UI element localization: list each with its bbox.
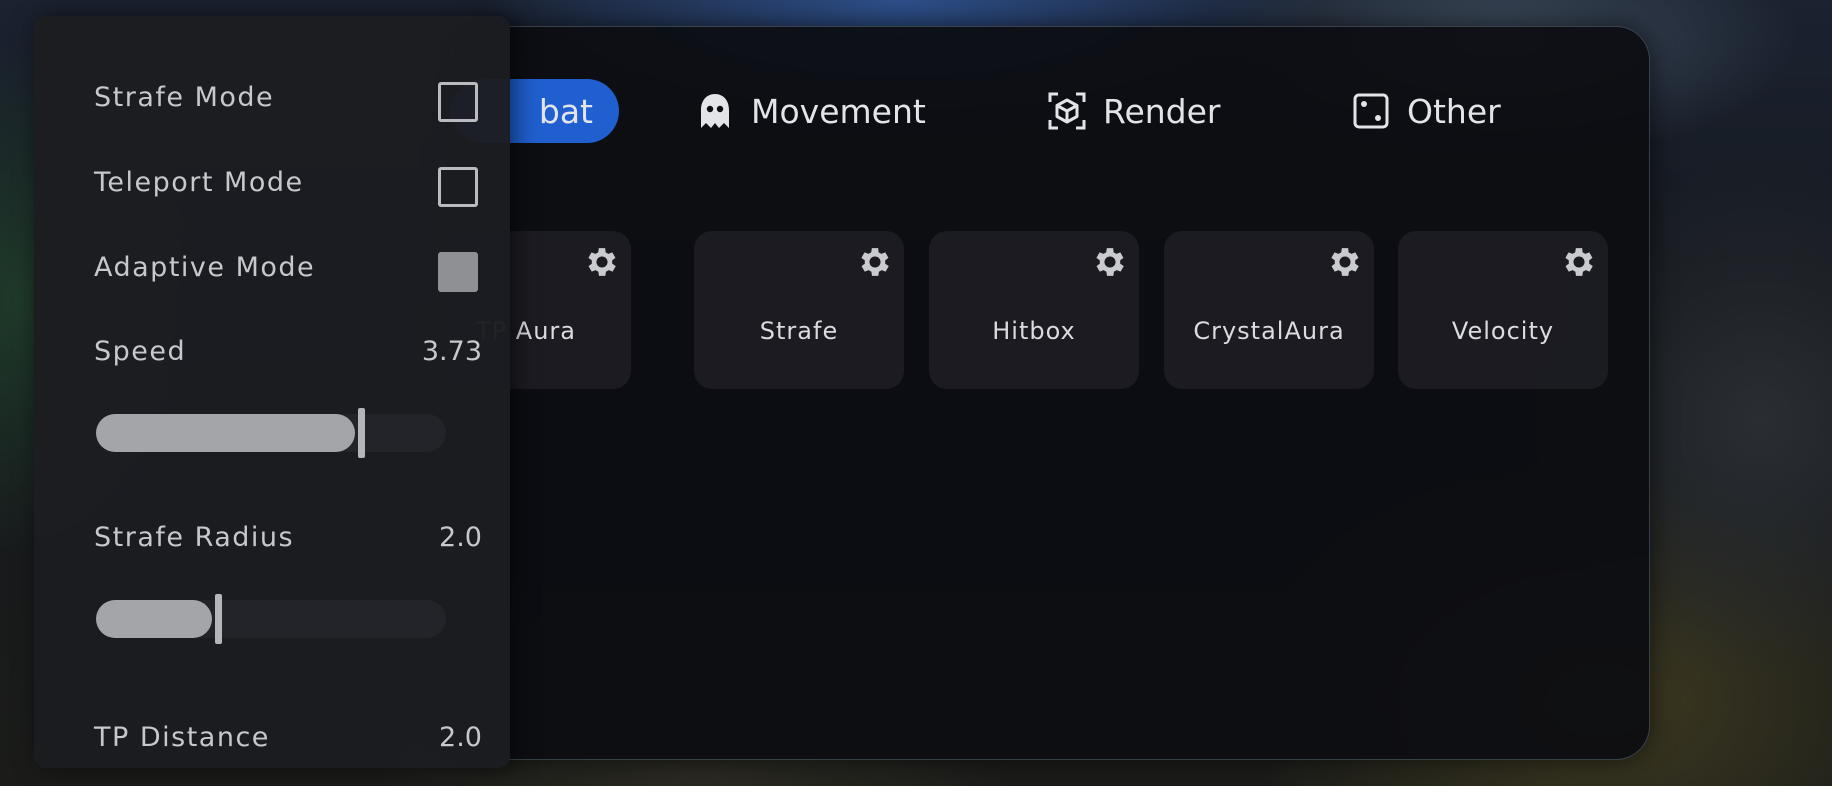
strafe-mode-checkbox[interactable]: [438, 82, 478, 122]
tp-distance-value: 2.0: [439, 722, 482, 753]
ghost-icon: [695, 91, 735, 131]
gear-icon[interactable]: [1091, 243, 1129, 281]
module-label: Hitbox: [992, 317, 1076, 345]
strafe-mode-label: Strafe Mode: [94, 82, 275, 113]
speed-label: Speed: [94, 336, 187, 367]
module-label: Strafe: [759, 317, 839, 345]
module-card-crystalaura[interactable]: CrystalAura: [1164, 231, 1374, 389]
tab-other[interactable]: Other: [1351, 79, 1501, 143]
module-panel: bat Movement Render Other TP Aura Strafe…: [450, 26, 1650, 760]
tab-combat-label: bat: [538, 91, 593, 131]
speed-slider-fill: [96, 414, 355, 452]
strafe-radius-slider-fill: [96, 600, 212, 638]
strafe-radius-slider-thumb[interactable]: [214, 594, 222, 644]
tab-other-label: Other: [1407, 91, 1501, 131]
gear-icon[interactable]: [1560, 243, 1598, 281]
gear-icon[interactable]: [583, 243, 621, 281]
speed-value: 3.73: [421, 336, 482, 367]
gear-icon[interactable]: [1326, 243, 1364, 281]
strafe-radius-label: Strafe Radius: [94, 522, 295, 553]
speed-slider-thumb[interactable]: [358, 408, 365, 458]
module-label: Velocity: [1451, 317, 1555, 345]
dice-icon: [1351, 91, 1391, 131]
strafe-radius-slider[interactable]: [96, 594, 446, 644]
tab-movement[interactable]: Movement: [695, 79, 926, 143]
tab-render[interactable]: Render: [1047, 79, 1220, 143]
module-card-hitbox[interactable]: Hitbox: [929, 231, 1139, 389]
adaptive-mode-checkbox[interactable]: [438, 252, 478, 292]
cube-icon: [1047, 91, 1087, 131]
speed-slider[interactable]: [96, 408, 446, 458]
teleport-mode-checkbox[interactable]: [438, 167, 478, 207]
category-tabs: bat Movement Render Other: [451, 79, 1649, 143]
module-card-velocity[interactable]: Velocity: [1398, 231, 1608, 389]
tab-render-label: Render: [1103, 91, 1221, 131]
tab-movement-label: Movement: [751, 91, 926, 131]
module-card-strafe[interactable]: Strafe: [694, 231, 904, 389]
module-settings-panel: Strafe Mode Teleport Mode Adaptive Mode …: [34, 16, 510, 768]
gear-icon[interactable]: [856, 243, 894, 281]
strafe-radius-value: 2.0: [439, 522, 482, 553]
module-label: CrystalAura: [1193, 317, 1345, 345]
teleport-mode-label: Teleport Mode: [94, 167, 304, 198]
adaptive-mode-label: Adaptive Mode: [94, 252, 316, 283]
tp-distance-label: TP Distance: [94, 722, 270, 753]
